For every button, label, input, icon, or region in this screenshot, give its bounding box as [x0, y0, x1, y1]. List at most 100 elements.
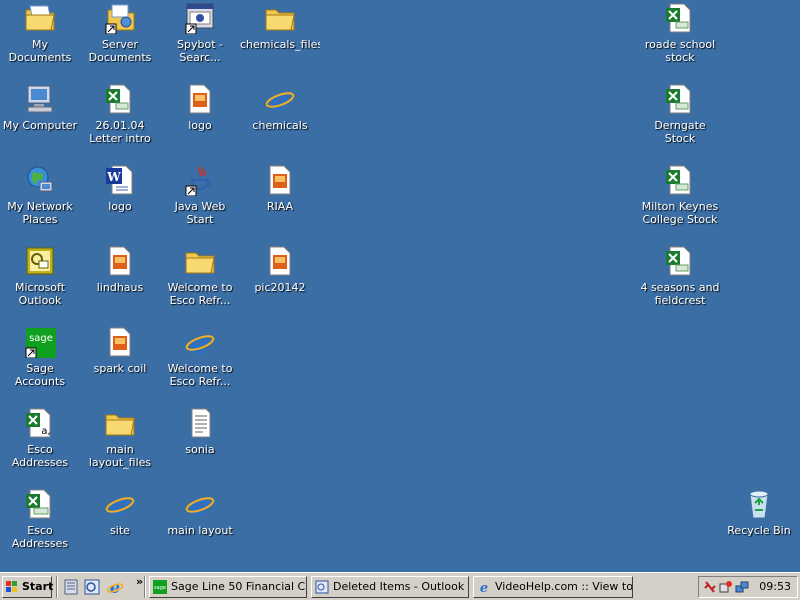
welcome-folder-icon-item[interactable]: Welcome to Esco Refr...	[160, 243, 240, 321]
show-desktop-icon[interactable]	[62, 578, 80, 596]
my-computer-icon-item[interactable]: My Computer	[0, 81, 80, 159]
taskbar-button-videohelp[interactable]: e VideoHelp.com :: View to...	[473, 576, 633, 598]
icon-label: Spybot - Searc...	[177, 38, 223, 64]
quick-launch-more-button[interactable]: »	[136, 575, 143, 588]
network-icon[interactable]	[735, 580, 749, 594]
recycle-bin-icon-item[interactable]: Recycle Bin	[719, 486, 799, 564]
icon-label: Esco Addresses	[11, 524, 69, 550]
outlook-launch-icon[interactable]	[83, 578, 101, 596]
welcome-ie-icon-item[interactable]: e Welcome to Esco Refr...	[160, 324, 240, 402]
internet-explorer-icon: e	[185, 489, 215, 520]
excel-document-icon: a,	[26, 408, 51, 438]
internet-explorer-icon: e	[480, 581, 488, 594]
icon-label: Welcome to Esco Refr...	[167, 281, 233, 307]
start-button[interactable]: Start	[2, 576, 53, 598]
network-globe-icon	[27, 166, 53, 192]
chemicals-files-icon-item[interactable]: chemicals_files	[240, 0, 320, 78]
outlook-icon	[26, 247, 54, 275]
lindhaus-icon-item[interactable]: lindhaus	[80, 243, 160, 321]
my-documents-icon-item[interactable]: My Documents	[0, 0, 80, 78]
internet-explorer-icon: e	[185, 327, 215, 358]
sonia-icon-item[interactable]: sonia	[160, 405, 240, 483]
icon-label: lindhaus	[96, 281, 144, 294]
spybot-icon-item[interactable]: Spybot - Searc...	[160, 0, 240, 78]
windows-logo-icon	[6, 581, 17, 592]
image-file-icon	[109, 327, 131, 357]
folder-icon	[25, 5, 55, 31]
spybot-icon	[185, 3, 214, 34]
server-documents-icon-item[interactable]: Server Documents	[80, 0, 160, 78]
roade-school-stock-icon-item[interactable]: roade school stock	[640, 0, 720, 78]
logo-word-icon-item[interactable]: W logo	[80, 162, 160, 240]
taskbar-button-outlook[interactable]: Deleted Items - Outlook ...	[311, 576, 469, 598]
java-web-start-icon-item[interactable]: Java Web Start	[160, 162, 240, 240]
taskbar: Start e » sage Sage Line 50 Financial C.…	[0, 572, 800, 600]
spark-coil-icon-item[interactable]: spark coil	[80, 324, 160, 402]
excel-document-icon	[666, 84, 691, 114]
folder-icon	[185, 252, 215, 274]
chemicals-icon-item[interactable]: e chemicals	[240, 81, 320, 159]
svg-text:e: e	[111, 489, 129, 520]
power-plug-icon[interactable]	[703, 580, 717, 594]
icon-label: Java Web Start	[174, 200, 226, 226]
taskbar-separator	[56, 576, 58, 598]
excel-document-icon	[26, 489, 51, 519]
image-file-icon	[269, 246, 291, 276]
derngate-stock-icon-item[interactable]: Derngate Stock	[640, 81, 720, 159]
icon-label: My Computer	[2, 119, 78, 132]
icon-label: pic20142	[254, 281, 306, 294]
java-cup-icon	[185, 166, 212, 196]
esco-addresses-2-icon-item[interactable]: Esco Addresses	[0, 486, 80, 564]
icon-label: chemicals_files	[240, 38, 320, 51]
my-network-places-icon-item[interactable]: My Network Places	[0, 162, 80, 240]
taskbar-button-label: VideoHelp.com :: View to...	[495, 580, 633, 593]
image-file-icon	[109, 246, 131, 276]
svg-text:e: e	[480, 581, 488, 594]
taskbar-button-label: Deleted Items - Outlook ...	[333, 580, 469, 593]
letter-hsbc-icon-item[interactable]: 26.01.04 Letter intro HSBC In...	[80, 81, 160, 159]
text-file-icon	[191, 408, 211, 438]
clock[interactable]: 09:53	[759, 577, 791, 597]
icon-label: Milton Keynes College Stock	[641, 200, 719, 226]
icon-label: logo	[188, 119, 212, 132]
image-file-icon	[189, 84, 211, 114]
taskbar-separator	[144, 576, 146, 598]
icon-label: main layout	[167, 524, 233, 537]
excel-document-icon	[106, 84, 131, 114]
excel-document-icon	[666, 246, 691, 276]
icon-label: roade school stock	[644, 38, 716, 64]
internet-explorer-icon: e	[265, 84, 295, 115]
svg-text:a,: a,	[41, 426, 50, 437]
svg-text:e: e	[191, 489, 209, 520]
site-icon-item[interactable]: e site	[80, 486, 160, 564]
internet-explorer-icon: e	[105, 489, 135, 520]
internet-explorer-launch-icon[interactable]: e	[106, 578, 124, 596]
svg-text:sage: sage	[154, 585, 166, 591]
sage-icon: sage	[153, 580, 167, 594]
main-layout-files-icon-item[interactable]: main layout_files	[80, 405, 160, 483]
sage-accounts-icon-item[interactable]: sage Sage Accounts	[0, 324, 80, 402]
outlook-icon	[315, 580, 329, 594]
esco-addresses-1-icon-item[interactable]: a, Esco Addresses	[0, 405, 80, 483]
taskbar-button-sage[interactable]: sage Sage Line 50 Financial C...	[149, 576, 307, 598]
security-alert-icon[interactable]	[719, 580, 733, 594]
icon-label: Microsoft Outlook	[14, 281, 66, 307]
main-layout-icon-item[interactable]: e main layout	[160, 486, 240, 564]
icon-label: Derngate Stock	[654, 119, 706, 145]
pic20142-icon-item[interactable]: pic20142	[240, 243, 320, 321]
milton-keynes-stock-icon-item[interactable]: Milton Keynes College Stock	[640, 162, 720, 240]
four-seasons-icon-item[interactable]: 4 seasons and fieldcrest	[640, 243, 720, 321]
icon-label: Welcome to Esco Refr...	[167, 362, 233, 388]
icon-label: chemicals	[252, 119, 308, 132]
icon-label: site	[110, 524, 130, 537]
logo-image-icon-item[interactable]: logo	[160, 81, 240, 159]
image-file-icon	[269, 165, 291, 195]
icon-label: main layout_files	[88, 443, 152, 469]
icon-label: sonia	[185, 443, 215, 456]
microsoft-outlook-icon-item[interactable]: Microsoft Outlook	[0, 243, 80, 321]
shared-folder-icon	[105, 4, 135, 34]
word-document-icon: W	[106, 165, 133, 195]
riaa-icon-item[interactable]: RIAA	[240, 162, 320, 240]
icon-label: spark coil	[93, 362, 147, 375]
folder-icon	[105, 414, 135, 436]
